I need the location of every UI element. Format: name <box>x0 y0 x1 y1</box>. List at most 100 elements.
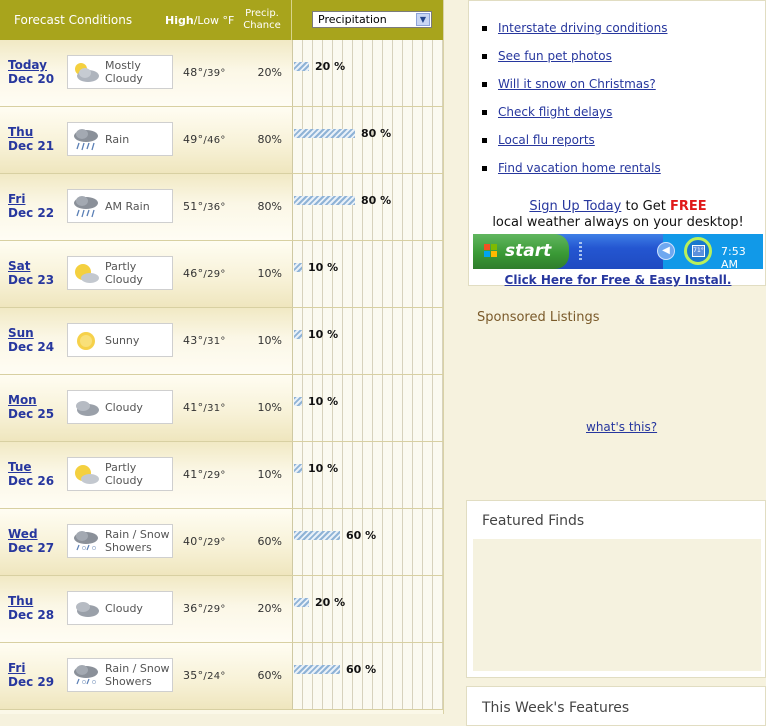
sunny-icon <box>71 328 101 354</box>
day-link[interactable]: Thu <box>8 594 33 608</box>
quick-link[interactable]: Find vacation home rentals <box>482 161 661 175</box>
quick-link[interactable]: Check flight delays <box>482 105 612 119</box>
day-link[interactable]: Tue <box>8 460 32 474</box>
day-link[interactable]: Fri <box>8 192 25 206</box>
quick-link-text[interactable]: Will it snow on Christmas? <box>498 77 656 91</box>
forecast-row: Tue Dec 26 Partly Cloudy 41°/29° 10% 10 … <box>0 442 443 509</box>
low-heading: /Low °F <box>193 14 235 27</box>
day-link[interactable]: Sun <box>8 326 34 340</box>
high-temp: 48° <box>183 66 204 79</box>
high-low-temp: 49°/46° <box>183 133 226 146</box>
high-temp: 40° <box>183 535 204 548</box>
day-link[interactable]: Thu <box>8 125 33 139</box>
day-link[interactable]: Today <box>8 58 47 72</box>
promo-tagline: local weather always on your desktop! <box>492 215 744 230</box>
forecast-row: Today Dec 20 Mostly Cloudy 48°/39° 20% 2… <box>0 40 443 107</box>
high-temp: 36° <box>183 602 204 615</box>
condition-box: Mostly Cloudy <box>67 55 173 89</box>
windows-flag-icon <box>484 244 498 258</box>
condition-box: Rain <box>67 122 173 156</box>
precip-bar-label: 10 % <box>308 261 339 274</box>
bullet-icon <box>482 138 487 143</box>
precip-bar-label: 60 % <box>346 663 377 676</box>
precip-heading-line2: Chance <box>243 20 281 31</box>
day-date: Dec 24 <box>8 340 55 354</box>
high-temp: 43° <box>183 334 204 347</box>
precip-bar-label: 80 % <box>361 194 392 207</box>
low-temp: /46° <box>203 135 226 146</box>
precip-chance: 10% <box>257 334 282 347</box>
forecast-row: Sat Dec 23 Partly Cloudy 46°/29° 10% 10 … <box>0 241 443 308</box>
low-temp: /24° <box>203 671 226 682</box>
day-link[interactable]: Mon <box>8 393 37 407</box>
precip-bar-label: 80 % <box>361 127 392 140</box>
low-temp: /29° <box>203 470 226 481</box>
precip-chance: 10% <box>257 267 282 280</box>
install-link[interactable]: Click Here for Free & Easy Install. <box>469 273 766 287</box>
featured-finds-panel: Featured Finds <box>466 500 766 678</box>
precip-graph-cell: 60 % <box>292 509 443 575</box>
quick-link-text[interactable]: Interstate driving conditions <box>498 21 667 35</box>
promo-free-text: FREE <box>669 199 707 214</box>
chevron-down-icon[interactable]: ▼ <box>416 13 430 26</box>
bullet-icon <box>482 26 487 31</box>
quick-link-text[interactable]: See fun pet photos <box>498 49 612 63</box>
quick-link-text[interactable]: Find vacation home rentals <box>498 161 661 175</box>
precip-bar-label: 20 % <box>315 60 346 73</box>
day-link[interactable]: Sat <box>8 259 30 273</box>
quick-link[interactable]: Interstate driving conditions <box>482 21 667 35</box>
bullet-icon <box>482 82 487 87</box>
condition-text: Sunny <box>105 333 140 347</box>
precip-chance: 10% <box>257 401 282 414</box>
rain-snow-icon <box>71 663 101 689</box>
high-temp: 51° <box>183 200 204 213</box>
high-low-temp: 43°/31° <box>183 334 226 347</box>
condition-text: Cloudy <box>105 400 143 414</box>
forecast-row: Thu Dec 21 Rain 49°/46° 80% 80 % <box>0 107 443 174</box>
quick-link[interactable]: See fun pet photos <box>482 49 612 63</box>
start-button: start <box>473 234 569 269</box>
high-temp: 49° <box>183 133 204 146</box>
quick-link-text[interactable]: Local flu reports <box>498 133 595 147</box>
low-temp: /29° <box>203 269 226 280</box>
desktop-taskbar-promo-image[interactable]: start ◀ 71° 7:53 AM <box>473 234 763 269</box>
promo-signup-line: Sign Up Today to Get FREE <box>469 199 766 214</box>
precip-chance: 10% <box>257 468 282 481</box>
precip-chance: 60% <box>257 669 282 682</box>
condition-text: Cloudy <box>105 601 143 615</box>
precip-bar-label: 10 % <box>308 395 339 408</box>
precip-chance: 80% <box>257 133 282 146</box>
condition-text: AM Rain <box>105 199 150 213</box>
high-low-temp: 41°/31° <box>183 401 226 414</box>
bullet-icon <box>482 54 487 59</box>
precip-graph-cell: 80 % <box>292 107 443 173</box>
low-temp: /29° <box>203 604 226 615</box>
day-date: Dec 26 <box>8 474 55 488</box>
partly-cloudy-icon <box>71 462 101 488</box>
condition-text: Rain / Snow Showers <box>105 662 170 688</box>
rain-icon <box>71 194 101 220</box>
condition-box: Cloudy <box>67 390 173 424</box>
high-low-temp: 35°/24° <box>183 669 226 682</box>
high-low-temp: 46°/29° <box>183 267 226 280</box>
day-date: Dec 27 <box>8 541 55 555</box>
precip-bar <box>294 330 302 339</box>
precip-graph-cell: 60 % <box>292 643 443 709</box>
graph-type-select[interactable]: Precipitation ▼ <box>312 11 432 28</box>
precip-graph-cell: 10 % <box>292 375 443 441</box>
condition-box: AM Rain <box>67 189 173 223</box>
high-temp: 41° <box>183 401 204 414</box>
precip-chance: 20% <box>257 602 282 615</box>
day-link[interactable]: Wed <box>8 527 38 541</box>
quick-link[interactable]: Will it snow on Christmas? <box>482 77 656 91</box>
quick-link-text[interactable]: Check flight delays <box>498 105 612 119</box>
forecast-rows: Today Dec 20 Mostly Cloudy 48°/39° 20% 2… <box>0 40 443 710</box>
sign-up-link[interactable]: Sign Up Today <box>529 199 621 214</box>
quick-link[interactable]: Local flu reports <box>482 133 595 147</box>
forecast-row: Sun Dec 24 Sunny 43°/31° 10% 10 % <box>0 308 443 375</box>
forecast-row: Fri Dec 29 Rain / Snow Showers 35°/24° 6… <box>0 643 443 710</box>
day-link[interactable]: Fri <box>8 661 25 675</box>
forecast-row: Fri Dec 22 AM Rain 51°/36° 80% 80 % <box>0 174 443 241</box>
condition-text: Rain <box>105 132 130 146</box>
whats-this-link[interactable]: what's this? <box>586 420 657 434</box>
